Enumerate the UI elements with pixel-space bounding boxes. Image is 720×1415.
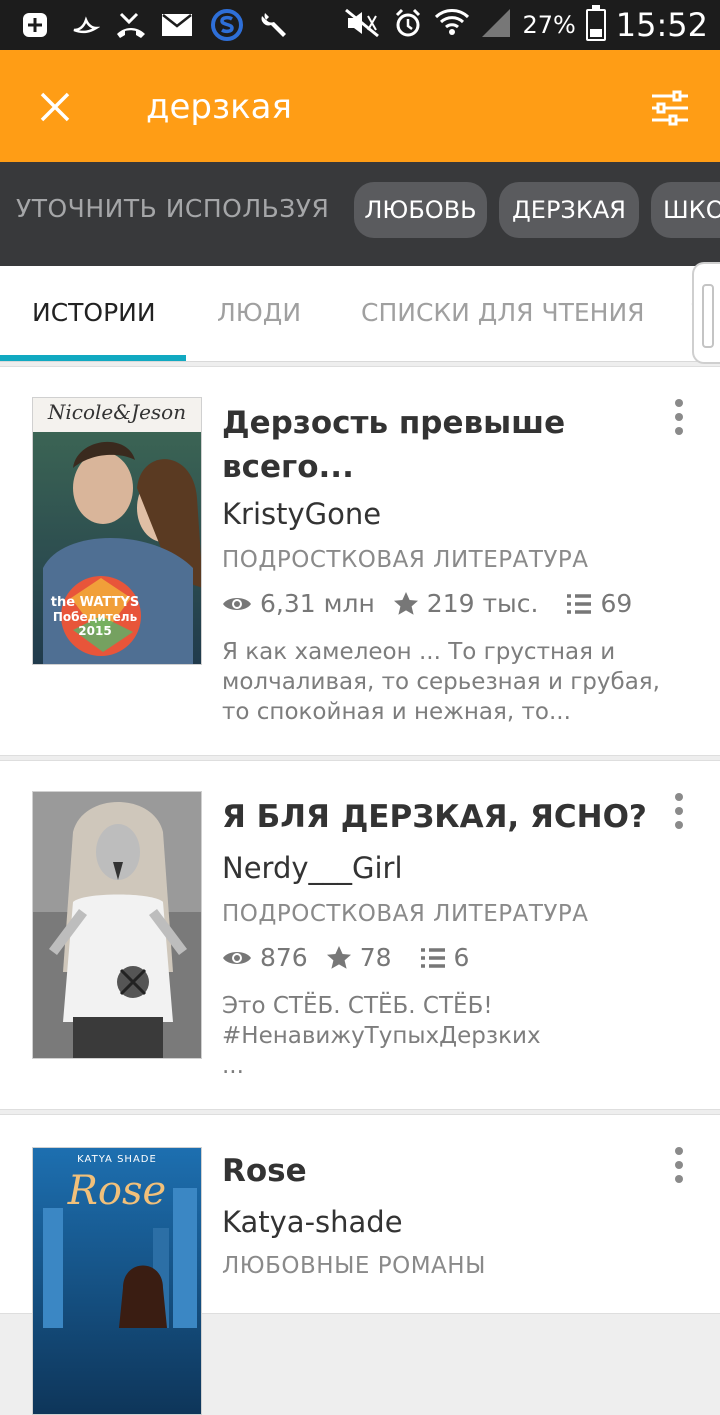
story-stats: 6,31 млн 219 тыс. 69 — [222, 589, 650, 618]
cover-title: Rose — [67, 1168, 167, 1214]
description-line: Это СТЁБ. СТЁБ. СТЁБ! — [222, 993, 493, 1019]
list-icon — [567, 593, 592, 614]
wrench-icon — [258, 8, 292, 42]
star-icon — [326, 945, 351, 969]
votes-count: 78 — [359, 943, 392, 972]
cover-caption: Nicole&Jeson — [47, 400, 187, 424]
wattys-year: 2015 — [78, 624, 112, 638]
tab-reading-lists[interactable]: СПИСКИ ДЛЯ ЧТЕНИЯ — [361, 298, 645, 327]
status-right-group: 27% 15:52 — [342, 0, 708, 50]
reads-stat: 876 — [222, 943, 308, 972]
wifi-icon — [434, 7, 470, 43]
missed-call-icon — [114, 8, 148, 42]
story-cover[interactable]: KATYA SHADE Rose — [32, 1147, 202, 1415]
wattys-text: Победитель — [52, 610, 138, 624]
fast-scroll-handle[interactable] — [692, 262, 720, 364]
s-app-icon — [210, 8, 244, 42]
story-title[interactable]: Я БЛЯ ДЕРЗКАЯ, ЯСНО? — [222, 795, 660, 839]
story-card[interactable]: Nicole&Jeson the WATTYS Победитель 2015 … — [0, 366, 720, 756]
story-author[interactable]: KristyGone — [222, 497, 381, 531]
reads-count: 876 — [260, 943, 308, 972]
search-header: дерзкая — [0, 50, 720, 162]
list-icon — [420, 947, 445, 968]
story-genre: ЛЮБОВНЫЕ РОМАНЫ — [222, 1253, 486, 1279]
eye-icon — [223, 597, 251, 610]
story-title[interactable]: Дерзость превыше всего... — [222, 401, 660, 489]
refine-chip-bold[interactable]: ДЕРЗКАЯ — [499, 182, 639, 238]
tab-people[interactable]: ЛЮДИ — [217, 298, 301, 327]
story-stats: 876 78 6 — [222, 943, 487, 972]
close-icon — [40, 92, 70, 122]
wattys-badge: the WATTYS Победитель 2015 — [39, 595, 151, 639]
reads-count: 6,31 млн — [260, 589, 375, 618]
cover-caption: KATYA SHADE — [77, 1154, 157, 1165]
description-line: ... — [222, 1053, 244, 1079]
refine-chip-love[interactable]: ЛЮБОВЬ — [354, 182, 487, 238]
active-tab-indicator — [0, 355, 186, 361]
story-card[interactable]: Я БЛЯ ДЕРЗКАЯ, ЯСНО? Nerdy___Girl ПОДРОС… — [0, 760, 720, 1110]
story-genre: ПОДРОСТКОВАЯ ЛИТЕРАТУРА — [222, 901, 589, 927]
story-cover[interactable] — [32, 791, 202, 1059]
more-options-button[interactable] — [664, 1143, 694, 1187]
bird-icon — [68, 8, 102, 42]
votes-stat: 219 тыс. — [393, 589, 539, 618]
story-card[interactable]: KATYA SHADE Rose Rose Katya-shade ЛЮБОВН… — [0, 1114, 720, 1415]
parts-stat: 69 — [566, 589, 632, 618]
status-bar: 27% 15:52 — [0, 0, 720, 50]
reads-stat: 6,31 млн — [222, 589, 375, 618]
story-author[interactable]: Nerdy___Girl — [222, 851, 403, 885]
story-description: Это СТЁБ. СТЁБ. СТЁБ! #НенавижуТупыхДерз… — [222, 991, 670, 1081]
alarm-icon — [392, 7, 424, 43]
story-description: Я как хамелеон ... То грустная и молчали… — [222, 639, 660, 725]
tab-stories[interactable]: ИСТОРИИ — [32, 298, 156, 327]
star-icon — [393, 591, 418, 615]
sliders-icon — [652, 90, 688, 126]
more-options-button[interactable] — [664, 395, 694, 439]
filter-button[interactable] — [642, 80, 698, 136]
battery-icon — [585, 5, 606, 41]
parts-stat: 6 — [420, 943, 470, 972]
story-cover[interactable]: Nicole&Jeson the WATTYS Победитель 2015 — [32, 397, 202, 665]
votes-stat: 78 — [326, 943, 392, 972]
description-line: #НенавижуТупыхДерзких — [222, 1023, 541, 1049]
add-box-icon — [18, 8, 52, 42]
wattys-brand: the WATTYS — [50, 595, 140, 610]
votes-count: 219 тыс. — [426, 589, 539, 618]
mail-icon — [160, 8, 194, 42]
close-search-button[interactable] — [26, 78, 84, 136]
story-genre: ПОДРОСТКОВАЯ ЛИТЕРАТУРА — [222, 547, 589, 573]
parts-count: 69 — [600, 589, 633, 618]
eye-icon — [223, 951, 251, 964]
refine-label: УТОЧНИТЬ ИСПОЛЬЗУЯ — [16, 194, 330, 223]
signal-icon — [480, 7, 512, 43]
clock: 15:52 — [615, 6, 708, 44]
battery-percent: 27% — [522, 11, 576, 39]
search-input[interactable]: дерзкая — [146, 80, 292, 134]
parts-count: 6 — [453, 943, 470, 972]
mute-icon — [342, 8, 382, 42]
refine-chip-school[interactable]: ШКО — [651, 182, 720, 238]
story-author[interactable]: Katya-shade — [222, 1205, 403, 1239]
results-tabs: ИСТОРИИ ЛЮДИ СПИСКИ ДЛЯ ЧТЕНИЯ ТЕ — [0, 266, 720, 362]
story-title[interactable]: Rose — [222, 1149, 660, 1193]
more-options-button[interactable] — [664, 789, 694, 833]
refine-bar: УТОЧНИТЬ ИСПОЛЬЗУЯ ЛЮБОВЬ ДЕРЗКАЯ ШКО — [0, 162, 720, 266]
